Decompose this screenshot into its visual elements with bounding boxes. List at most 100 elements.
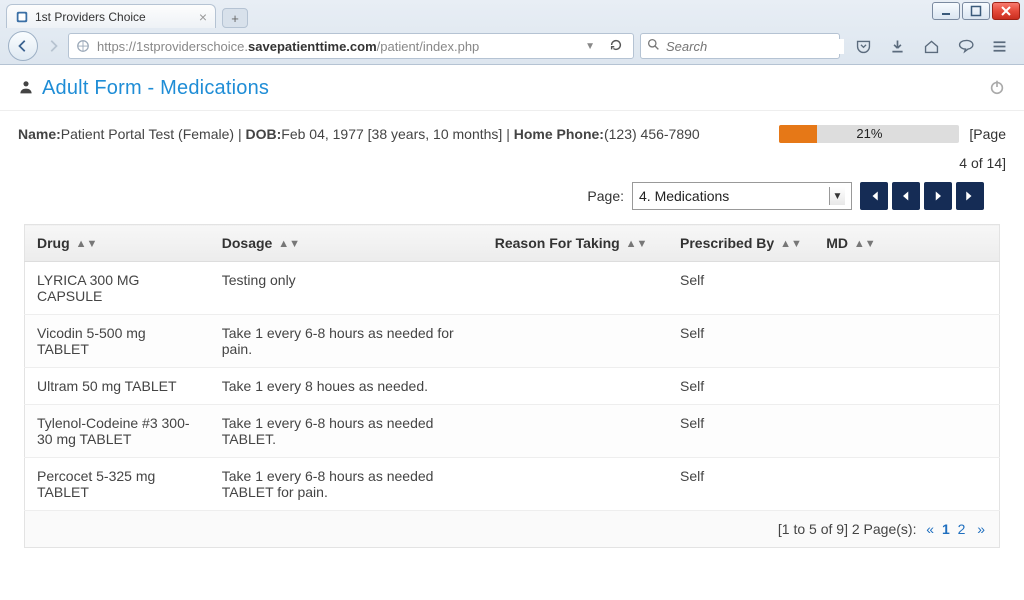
- window-controls: [932, 2, 1020, 20]
- table-row: LYRICA 300 MG CAPSULETesting only Self: [25, 262, 1000, 315]
- footer-pages-label: 2 Page(s):: [852, 521, 917, 537]
- footer-first-link[interactable]: «: [926, 521, 934, 537]
- cell-prescribed_by: Self: [668, 368, 814, 405]
- cell-dosage: Take 1 every 6-8 hours as needed TABLET.: [210, 405, 483, 458]
- page-select-value: 4. Medications: [639, 188, 729, 204]
- col-dosage-label: Dosage: [222, 235, 273, 251]
- pager-label: Page:: [587, 188, 624, 204]
- footer-range: [1 to 5 of 9]: [778, 521, 848, 537]
- page-header: Adult Form - Medications: [0, 65, 1024, 111]
- sort-icon: ▲▼: [76, 242, 98, 247]
- table-header-row: Drug ▲▼ Dosage ▲▼ Reason For Taking ▲▼ P…: [25, 225, 1000, 262]
- browser-chrome: 1st Providers Choice × + https://1stprov…: [0, 0, 1024, 65]
- table-footer: [1 to 5 of 9] 2 Page(s): « 1 2 »: [25, 511, 1000, 548]
- cell-reason: [483, 368, 668, 405]
- menu-icon[interactable]: [990, 37, 1008, 55]
- cell-md: [814, 368, 999, 405]
- browser-tab[interactable]: 1st Providers Choice ×: [6, 4, 216, 28]
- url-text: https://1stproviderschoice.savepatientti…: [97, 39, 575, 54]
- cell-drug: Percocet 5-325 mg TABLET: [25, 458, 210, 511]
- table-row: Tylenol-Codeine #3 300-30 mg TABLETTake …: [25, 405, 1000, 458]
- cell-drug: Tylenol-Codeine #3 300-30 mg TABLET: [25, 405, 210, 458]
- url-dropdown-icon[interactable]: ▼: [581, 41, 599, 52]
- page-select[interactable]: 4. Medications ▼: [632, 182, 852, 210]
- cell-drug: LYRICA 300 MG CAPSULE: [25, 262, 210, 315]
- patient-info: Name:Patient Portal Test (Female) | DOB:…: [18, 121, 716, 176]
- pager-prev-button[interactable]: [892, 182, 920, 210]
- sort-icon: ▲▼: [626, 242, 648, 247]
- pager-next-button[interactable]: [924, 182, 952, 210]
- cell-dosage: Take 1 every 8 houes as needed.: [210, 368, 483, 405]
- user-icon: [18, 79, 34, 98]
- col-reason[interactable]: Reason For Taking ▲▼: [483, 225, 668, 262]
- cell-dosage: Testing only: [210, 262, 483, 315]
- col-md[interactable]: MD ▲▼: [814, 225, 999, 262]
- table-row: Vicodin 5-500 mg TABLETTake 1 every 6-8 …: [25, 315, 1000, 368]
- cell-prescribed_by: Self: [668, 458, 814, 511]
- col-prescribed-by-label: Prescribed By: [680, 235, 774, 251]
- col-dosage[interactable]: Dosage ▲▼: [210, 225, 483, 262]
- dropdown-caret-icon: ▼: [829, 187, 845, 205]
- search-icon: [647, 38, 660, 54]
- cell-drug: Vicodin 5-500 mg TABLET: [25, 315, 210, 368]
- url-bar[interactable]: https://1stproviderschoice.savepatientti…: [68, 33, 634, 59]
- home-icon[interactable]: [922, 37, 940, 55]
- new-tab-button[interactable]: +: [222, 8, 248, 28]
- browser-toolbar: https://1stproviderschoice.savepatientti…: [0, 28, 1024, 64]
- patient-info-row: Name:Patient Portal Test (Female) | DOB:…: [0, 111, 1024, 180]
- window-close-button[interactable]: [992, 2, 1020, 20]
- window-maximize-button[interactable]: [962, 2, 990, 20]
- window-minimize-button[interactable]: [932, 2, 960, 20]
- name-value: Patient Portal Test (Female): [61, 126, 234, 142]
- col-reason-label: Reason For Taking: [495, 235, 620, 251]
- cell-reason: [483, 458, 668, 511]
- cell-prescribed_by: Self: [668, 405, 814, 458]
- cell-md: [814, 405, 999, 458]
- pocket-icon[interactable]: [854, 37, 872, 55]
- cell-md: [814, 458, 999, 511]
- browser-search-bar[interactable]: [640, 33, 840, 59]
- cell-drug: Ultram 50 mg TABLET: [25, 368, 210, 405]
- dob-label: DOB:: [245, 126, 281, 142]
- col-md-label: MD: [826, 235, 848, 251]
- pager-last-button[interactable]: [956, 182, 984, 210]
- cell-prescribed_by: Self: [668, 262, 814, 315]
- downloads-icon[interactable]: [888, 37, 906, 55]
- sort-icon: ▲▼: [780, 242, 802, 247]
- nav-back-button[interactable]: [8, 31, 38, 61]
- chat-icon[interactable]: [956, 37, 974, 55]
- browser-search-input[interactable]: [666, 39, 844, 54]
- progress-bar: 21%: [779, 125, 959, 143]
- page-title: Adult Form - Medications: [42, 77, 988, 100]
- medications-table-wrap: Drug ▲▼ Dosage ▲▼ Reason For Taking ▲▼ P…: [0, 224, 1024, 548]
- cell-reason: [483, 262, 668, 315]
- progress-wrap: 21% [Page 4 of 14]: [716, 121, 1006, 176]
- cell-dosage: Take 1 every 6-8 hours as needed for pai…: [210, 315, 483, 368]
- table-row: Percocet 5-325 mg TABLETTake 1 every 6-8…: [25, 458, 1000, 511]
- footer-last-link[interactable]: »: [977, 521, 985, 537]
- url-path: /patient/index.php: [377, 39, 480, 54]
- pager-first-button[interactable]: [860, 182, 888, 210]
- page-of-prefix: [Page: [969, 121, 1006, 148]
- site-identity-icon[interactable]: [75, 38, 91, 54]
- cell-md: [814, 262, 999, 315]
- chrome-icons: [846, 37, 1016, 55]
- tab-bar: 1st Providers Choice × +: [0, 0, 1024, 28]
- tab-title: 1st Providers Choice: [35, 10, 193, 24]
- col-prescribed-by[interactable]: Prescribed By ▲▼: [668, 225, 814, 262]
- col-drug-label: Drug: [37, 235, 70, 251]
- reload-button[interactable]: [605, 38, 627, 55]
- footer-page-2-link[interactable]: 2: [958, 521, 966, 537]
- nav-forward-button: [44, 37, 62, 55]
- footer-page-1-link[interactable]: 1: [942, 521, 950, 537]
- power-icon[interactable]: [988, 78, 1006, 99]
- tab-close-icon[interactable]: ×: [199, 10, 207, 24]
- sep1: |: [234, 126, 245, 142]
- page-of-suffix: 4 of 14]: [959, 150, 1006, 177]
- progress-percent: 21%: [779, 125, 959, 143]
- sort-icon: ▲▼: [854, 242, 876, 247]
- medications-table: Drug ▲▼ Dosage ▲▼ Reason For Taking ▲▼ P…: [24, 224, 1000, 548]
- cell-md: [814, 315, 999, 368]
- col-drug[interactable]: Drug ▲▼: [25, 225, 210, 262]
- page-content: Adult Form - Medications Name:Patient Po…: [0, 65, 1024, 548]
